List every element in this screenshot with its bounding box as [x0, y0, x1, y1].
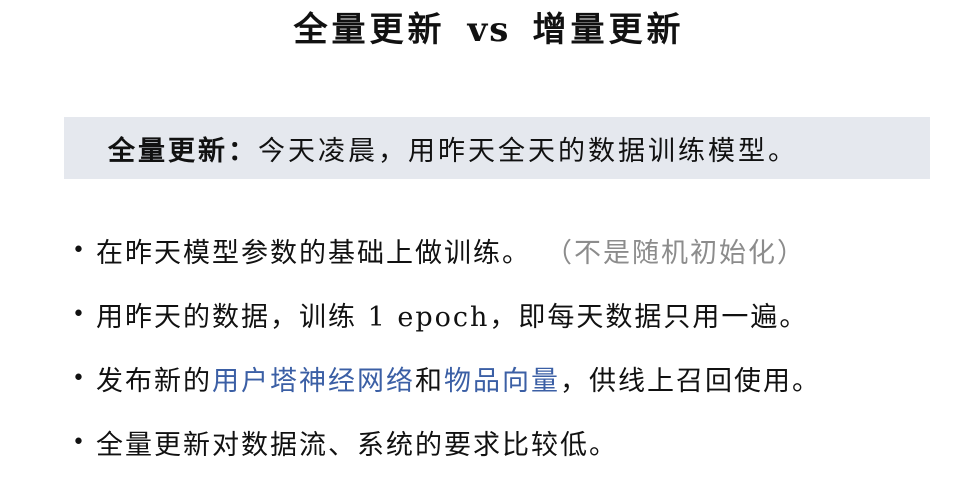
list-item: • 用昨天的数据，训练 1 epoch，即每天数据只用一遍。 [72, 282, 972, 346]
banner-text: 今天凌晨，用昨天全天的数据训练模型。 [258, 135, 798, 167]
bullet-suffix: ，供线上召回使用。 [560, 365, 821, 397]
banner-separator: ： [228, 135, 258, 167]
title-full-update: 全量更新 [293, 10, 446, 50]
bullet-list: • 在昨天模型参数的基础上做训练。 （不是随机初始化） • 用昨天的数据，训练 … [72, 218, 972, 474]
list-item: • 全量更新对数据流、系统的要求比较低。 [72, 410, 972, 474]
bullet-dot: • [72, 429, 87, 455]
bullet-prefix: 发布新的 [96, 365, 212, 397]
bullet-dot: • [72, 237, 87, 263]
bullet-text: 用昨天的数据，训练 1 epoch，即每天数据只用一遍。 [96, 301, 809, 333]
highlight-user-tower: 用户塔神经网络 [212, 365, 415, 397]
title-incremental-update: 增量更新 [532, 10, 685, 50]
bullet-middle: 和 [415, 365, 444, 397]
definition-banner: 全量更新：今天凌晨，用昨天全天的数据训练模型。 [64, 117, 930, 179]
bullet-text: 在昨天模型参数的基础上做训练。 [96, 237, 531, 269]
title-vs: vs [467, 10, 511, 50]
bullet-dot: • [72, 301, 87, 327]
bullet-dot: • [72, 365, 87, 391]
list-item: • 发布新的 用户塔神经网络和物品向量 ，供线上召回使用。 [72, 346, 972, 410]
bullet-note: （不是随机初始化） [545, 237, 806, 269]
list-item: • 在昨天模型参数的基础上做训练。 （不是随机初始化） [72, 218, 972, 282]
bullet-text: 全量更新对数据流、系统的要求比较低。 [96, 429, 618, 461]
page-title: 全量更新 vs 增量更新 [0, 8, 978, 52]
banner-term: 全量更新 [108, 135, 228, 167]
highlight-item-vectors: 物品向量 [444, 365, 560, 397]
